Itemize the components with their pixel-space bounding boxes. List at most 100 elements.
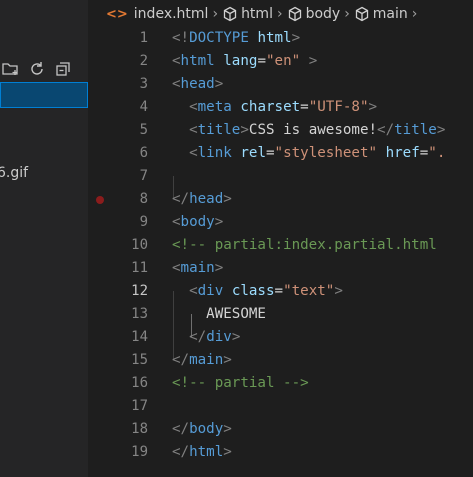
code-token: <! <box>172 30 190 46</box>
code-token: > <box>368 99 378 115</box>
code-line[interactable]: <html lang="en" > <box>172 50 317 73</box>
code-line[interactable]: <!-- partial --> <box>172 372 309 395</box>
new-folder-icon[interactable] <box>2 60 20 78</box>
code-line[interactable]: <head> <box>172 73 223 96</box>
code-token: < <box>189 122 198 138</box>
chevron-right-icon: › <box>411 6 418 22</box>
line-number: 5 <box>139 122 148 138</box>
code-token: title <box>394 122 437 138</box>
breadcrumb-item-main[interactable]: main <box>354 6 408 22</box>
code-token: head <box>180 76 215 92</box>
code-line[interactable]: <div class="text"> <box>172 280 343 303</box>
code-token: body <box>189 421 224 437</box>
code-line[interactable]: <main> <box>172 257 223 280</box>
code-token: = <box>265 145 275 161</box>
code-token: > <box>223 191 232 207</box>
collapse-all-icon[interactable] <box>54 60 72 78</box>
code-token: lang <box>223 53 258 69</box>
code-token: < <box>189 145 198 161</box>
code-token: <!-- partial --> <box>172 375 309 391</box>
code-token: head <box>189 191 224 207</box>
line-number: 10 <box>131 237 148 253</box>
code-editor[interactable]: 1 2 3 4 5 6 7 8 9 10 11 12 13 14 15 16 17 18 19 <!DOCTYPE … <box>88 28 473 477</box>
breadcrumb-file-label: index.html <box>133 6 209 22</box>
code-line[interactable]: </head> <box>172 188 232 211</box>
breadcrumb: <> index.html › html › body › main › <box>88 0 473 28</box>
code-token: </ <box>189 329 207 345</box>
breadcrumb-item-label: main <box>372 6 408 22</box>
code-token: div <box>197 283 224 299</box>
line-number: 2 <box>139 53 148 69</box>
code-token: > <box>223 444 232 460</box>
code-line[interactable]: <title>CSS is awesome!</title> <box>172 119 445 142</box>
code-token: > <box>231 329 241 345</box>
code-token: "stylesheet" <box>274 145 378 161</box>
code-token: < <box>172 76 181 92</box>
breadcrumb-item-label: html <box>241 6 273 22</box>
code-token: html <box>189 444 224 460</box>
selected-tree-item[interactable] <box>0 82 88 108</box>
explorer-toolbar <box>0 56 88 82</box>
line-number: 7 <box>139 168 148 184</box>
breakpoint-marker[interactable] <box>96 196 104 204</box>
line-number: 1 <box>139 30 148 46</box>
code-line[interactable]: AWESOME <box>172 303 266 326</box>
code-token: html <box>180 53 215 69</box>
refresh-icon[interactable] <box>28 60 46 78</box>
code-token: > <box>308 53 318 69</box>
code-token: ". <box>428 145 446 161</box>
code-line[interactable]: <link rel="stylesheet" href=". <box>172 142 445 165</box>
symbol-element-icon <box>288 6 301 22</box>
code-token: body <box>180 214 215 230</box>
code-line[interactable]: <meta charset="UTF-8"> <box>172 96 377 119</box>
symbol-element-icon <box>223 6 237 22</box>
code-token: </ <box>172 421 190 437</box>
line-number: 12 <box>131 283 148 299</box>
code-token: = <box>419 145 429 161</box>
code-token: rel <box>240 145 266 161</box>
code-token: "text" <box>283 283 335 299</box>
code-token: main <box>189 352 224 368</box>
line-number: 17 <box>131 398 148 414</box>
code-line[interactable]: <!DOCTYPE html> <box>172 27 300 50</box>
code-token: link <box>197 145 232 161</box>
line-number: 9 <box>139 214 148 230</box>
code-line[interactable]: </div> <box>172 326 240 349</box>
code-token: </ <box>172 352 190 368</box>
code-token: DOCTYPE <box>189 30 249 46</box>
tree-item-gif-file[interactable]: 6.gif <box>0 165 28 181</box>
code-line[interactable]: <!-- partial:index.partial.html <box>172 234 437 257</box>
code-line[interactable]: <body> <box>172 211 223 234</box>
breadcrumb-item-body[interactable]: body <box>287 6 340 22</box>
code-token: AWESOME <box>172 306 266 322</box>
line-number: 14 <box>131 329 148 345</box>
line-number: 16 <box>131 375 148 391</box>
code-token: class <box>231 283 275 299</box>
code-token: </ <box>172 444 190 460</box>
chevron-right-icon: › <box>276 6 283 22</box>
code-token: </ <box>377 122 395 138</box>
explorer-sidebar: 6.gif <box>0 0 88 477</box>
code-token: = <box>257 53 266 69</box>
code-token: > <box>223 421 232 437</box>
line-number: 15 <box>131 352 148 368</box>
code-line[interactable]: </main> <box>172 349 232 372</box>
code-token: </ <box>172 191 190 207</box>
breadcrumb-file[interactable]: <> index.html <box>106 6 208 22</box>
breadcrumb-item-html[interactable]: html <box>222 6 273 22</box>
code-token: href <box>385 145 420 161</box>
code-token: < <box>189 99 198 115</box>
code-line[interactable]: </html> <box>172 441 232 464</box>
code-line[interactable]: </body> <box>172 418 232 441</box>
code-token: > <box>223 352 232 368</box>
line-number: 6 <box>139 145 148 161</box>
line-number: 3 <box>139 76 148 92</box>
code-token: > <box>291 30 301 46</box>
code-token: div <box>206 329 232 345</box>
